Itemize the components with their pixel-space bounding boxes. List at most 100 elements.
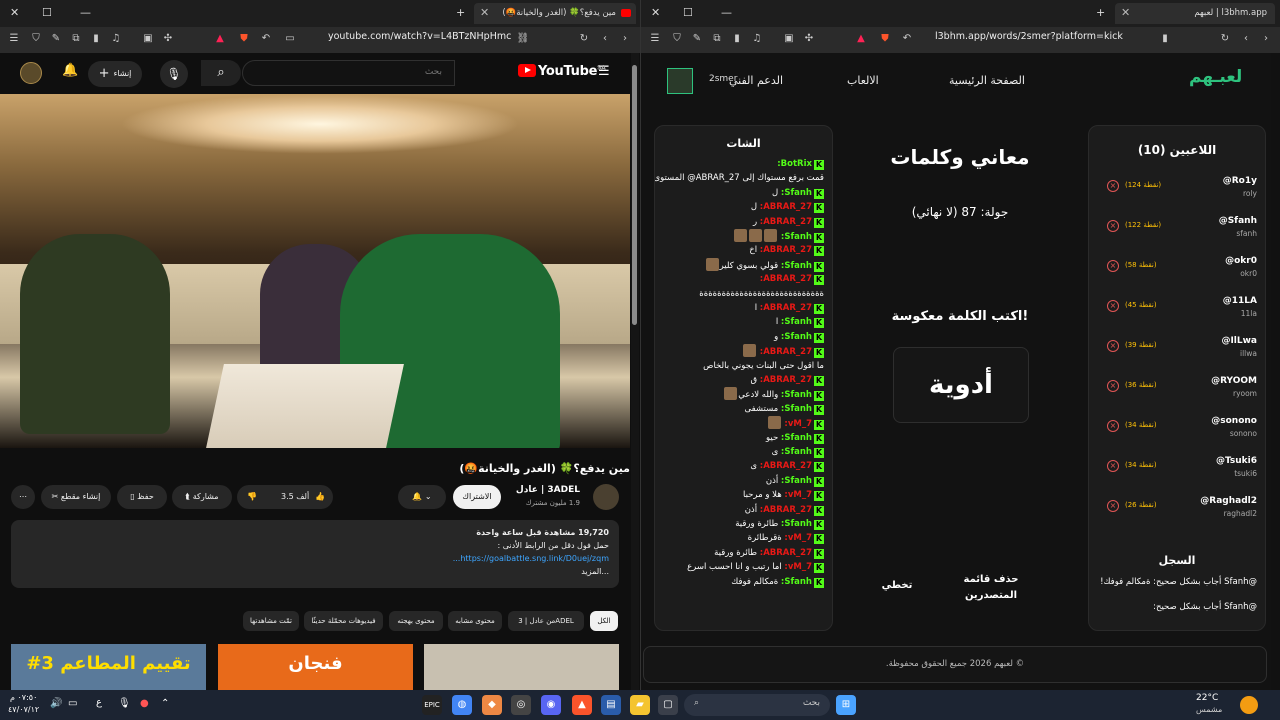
chat-username[interactable]: ABRAR_27:	[760, 505, 812, 515]
youtube-logo[interactable]: YouTubeSA	[518, 64, 606, 79]
chat-username[interactable]: ABRAR_27:	[760, 202, 812, 212]
share-page-icon[interactable]: ↶	[899, 31, 915, 47]
screenshot-icon[interactable]: ▣	[781, 31, 797, 47]
epic-games-icon[interactable]: EPIC	[422, 695, 442, 715]
video-player[interactable]	[0, 94, 630, 448]
music-icon[interactable]: ♫	[108, 31, 124, 47]
description-link[interactable]: https://goalbattle.sng.link/D0uej/zqm...	[453, 554, 609, 563]
weather-text[interactable]: مشمس	[1196, 705, 1222, 714]
kick-player-icon[interactable]: ×	[1107, 180, 1119, 192]
reload-icon[interactable]: ↻	[576, 31, 592, 47]
app-icon[interactable]: ◆	[482, 695, 502, 715]
thumbnail-1[interactable]: #3 تقييم المطاعم	[11, 644, 206, 690]
brave-icon[interactable]: ▲	[572, 695, 592, 715]
microphone-icon[interactable]: 🎙	[118, 698, 131, 709]
chip-content[interactable]: محتوى بهجته	[389, 611, 443, 631]
chat-username[interactable]: Sfanh:	[781, 390, 812, 400]
music-icon[interactable]: ♫	[749, 31, 765, 47]
weather-temp[interactable]: 22°C	[1196, 693, 1218, 703]
close-window-icon[interactable]: ✕	[10, 6, 19, 19]
user-avatar[interactable]	[667, 68, 693, 94]
close-tab-icon[interactable]: ✕	[1121, 6, 1130, 19]
brave-rewards-icon[interactable]: ▲	[853, 31, 869, 47]
channel-avatar[interactable]	[593, 484, 619, 510]
discord-icon[interactable]: ◉	[541, 695, 561, 715]
chat-username[interactable]: Sfanh:	[781, 332, 812, 342]
kick-player-icon[interactable]: ×	[1107, 220, 1119, 232]
chip-watched[interactable]: تمّت مشاهدتها	[243, 611, 299, 631]
notifications-bell-icon[interactable]: 🔔	[62, 63, 78, 78]
chat-username[interactable]: Sfanh:	[781, 317, 812, 327]
share-page-icon[interactable]: ↶	[258, 31, 274, 47]
menu-icon[interactable]: ☰	[6, 31, 22, 47]
clip-button[interactable]: ✂ إنشاء مقطع	[41, 485, 111, 509]
chat-username[interactable]: ABRAR_27:	[760, 548, 812, 558]
skip-button[interactable]: تخطي	[869, 580, 925, 591]
chat-username[interactable]: BotRix:	[777, 159, 812, 169]
chat-username[interactable]: ABRAR_27:	[760, 245, 812, 255]
kick-player-icon[interactable]: ×	[1107, 380, 1119, 392]
chat-username[interactable]: vM_7:	[784, 533, 812, 543]
screenshot-icon[interactable]: ▣	[140, 31, 156, 47]
network-icon[interactable]: ▭	[68, 698, 77, 709]
start-icon[interactable]: ⊞	[836, 695, 856, 715]
puzzle-icon[interactable]: ⧉	[68, 31, 84, 47]
kick-player-icon[interactable]: ×	[1107, 340, 1119, 352]
chrome-icon[interactable]: ◍	[452, 695, 472, 715]
app-icon[interactable]: ▤	[601, 695, 621, 715]
shield-icon[interactable]: ⛉	[28, 31, 44, 47]
weather-icon[interactable]	[1240, 696, 1258, 714]
extension-icon[interactable]: ✎	[689, 31, 705, 47]
chat-username[interactable]: Sfanh:	[781, 447, 812, 457]
search-input[interactable]: بحث	[242, 60, 455, 86]
chat-username[interactable]: ABRAR_27:	[760, 274, 812, 284]
maximize-window-icon[interactable]: ☐	[42, 6, 52, 19]
taskbar-search[interactable]: ⌕ بحث	[684, 694, 830, 716]
puzzle-icon[interactable]: ⧉	[709, 31, 725, 47]
kick-player-icon[interactable]: ×	[1107, 460, 1119, 472]
clock-date[interactable]: ٤٧/٠٧/١٢	[8, 705, 39, 714]
like-count[interactable]: 3.5 ألف	[281, 485, 309, 509]
microphone-icon[interactable]: 🎙	[160, 60, 188, 88]
chat-username[interactable]: ABRAR_27:	[760, 347, 812, 357]
back-icon[interactable]: ‹	[1238, 31, 1254, 47]
chat-username[interactable]: ABRAR_27:	[760, 217, 812, 227]
chat-username[interactable]: ABRAR_27:	[760, 461, 812, 471]
clock-time[interactable]: ٠٧:٥٠ م	[10, 693, 37, 702]
address-bar[interactable]: l3bhm.app/words/2smer?platform=kick	[935, 31, 1123, 42]
search-button[interactable]: ⌕	[201, 60, 241, 86]
chat-username[interactable]: Sfanh:	[781, 232, 812, 242]
install-app-icon[interactable]: ▭	[282, 31, 298, 47]
show-more-link[interactable]: ...المزيد	[21, 565, 609, 578]
brave-shield-icon[interactable]: ⛊	[877, 31, 893, 47]
file-explorer-icon[interactable]: ▰	[630, 695, 650, 715]
tab-youtube[interactable]: ✕ مين يدفع؟🍀 (الغدر والخيانة🤬)	[474, 3, 636, 24]
kick-player-icon[interactable]: ×	[1107, 500, 1119, 512]
tray-app-icon[interactable]: ●	[140, 698, 149, 709]
tray-chevron-icon[interactable]: ⌃	[161, 698, 169, 709]
forward-icon[interactable]: ›	[617, 31, 633, 47]
bookmark-icon[interactable]: ▮	[1157, 31, 1173, 47]
chat-username[interactable]: ABRAR_27:	[760, 303, 812, 313]
menu-icon[interactable]: ☰	[647, 31, 663, 47]
chat-username[interactable]: Sfanh:	[781, 476, 812, 486]
chip-related[interactable]: محتوى مشابه	[448, 611, 502, 631]
channel-name[interactable]: 3ADEL | عادل	[516, 485, 580, 495]
chat-username[interactable]: Sfanh:	[781, 188, 812, 198]
description-box[interactable]: 19,720 مشاهدة قبل ساعة واحدة حمل فول دقل…	[11, 520, 619, 588]
reload-icon[interactable]: ↻	[1217, 31, 1233, 47]
language-indicator[interactable]: ع	[96, 697, 102, 708]
chat-username[interactable]: ABRAR_27:	[760, 375, 812, 385]
obs-icon[interactable]: ◎	[511, 695, 531, 715]
scrollbar-thumb[interactable]	[632, 65, 637, 325]
thumbnail-3[interactable]	[424, 644, 619, 690]
brave-shield-icon[interactable]: ⛊	[236, 31, 252, 47]
back-icon[interactable]: ‹	[597, 31, 613, 47]
maximize-window-icon[interactable]: ☐	[683, 6, 693, 19]
dislike-icon[interactable]: 👎	[247, 485, 257, 509]
close-tab-icon[interactable]: ✕	[480, 6, 489, 19]
subscribe-button[interactable]: الاشتراك	[453, 485, 501, 509]
extensions-icon[interactable]: ✣	[801, 31, 817, 47]
address-bar[interactable]: youtube.com/watch?v=L4BTzNHpHmc	[328, 31, 511, 42]
share-button[interactable]: ⮬ مشاركة	[172, 485, 232, 509]
